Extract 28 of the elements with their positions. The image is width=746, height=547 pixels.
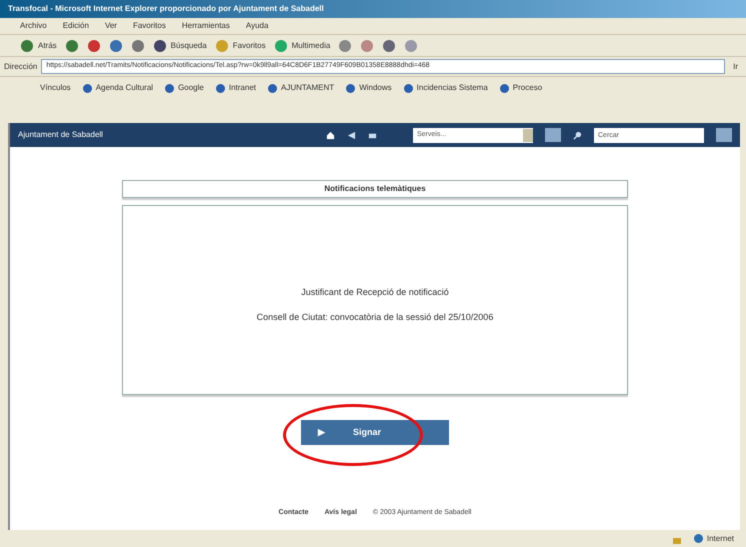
notice-text: Justificant de Recepció de notificació bbox=[301, 286, 449, 299]
menu-item[interactable]: Herramientas bbox=[182, 20, 230, 32]
link-item[interactable]: Incidencias Sistema bbox=[404, 82, 488, 94]
address-label: Dirección bbox=[4, 60, 38, 72]
link-item[interactable]: Google bbox=[165, 82, 204, 94]
share-icon[interactable] bbox=[347, 130, 356, 140]
zone-label: Internet bbox=[694, 532, 734, 544]
link-item[interactable]: Agenda Cultural bbox=[82, 82, 154, 94]
toolbar-label[interactable]: Favoritos bbox=[232, 40, 266, 52]
link-item[interactable]: Windows bbox=[346, 82, 392, 94]
links-label: Vínculos bbox=[40, 82, 71, 94]
link-item[interactable]: AJUNTAMENT bbox=[268, 82, 334, 94]
menu-item[interactable]: Ayuda bbox=[246, 20, 268, 32]
link-item[interactable]: Intranet bbox=[216, 82, 256, 94]
site-logo: Ajuntament de Sabadell bbox=[18, 129, 103, 141]
link-item[interactable]: Proceso bbox=[500, 82, 542, 94]
notice-text: Consell de Ciutat: convocatòria de la sessió del 25/10/2006 bbox=[256, 311, 494, 324]
panel-heading: Notificacions telemàtiques bbox=[324, 183, 426, 195]
toolbar-label[interactable]: Atrás bbox=[38, 40, 57, 52]
sign-button[interactable]: ▶ Signar bbox=[301, 420, 449, 445]
window-title: Transfocal - Microsoft Internet Explorer proporcionado por Ajuntament de Sabadell bbox=[8, 3, 324, 15]
menu-item[interactable]: Edición bbox=[62, 20, 89, 32]
go-button[interactable]: Ir bbox=[729, 60, 742, 72]
menu-item[interactable]: Ver bbox=[104, 20, 117, 32]
toolbar-label[interactable]: Multimedia bbox=[292, 40, 330, 52]
toolbar-label[interactable]: Búsqueda bbox=[170, 40, 207, 52]
menu-item[interactable]: Favoritos bbox=[132, 20, 166, 32]
menu-item[interactable]: Archivo bbox=[20, 20, 47, 32]
